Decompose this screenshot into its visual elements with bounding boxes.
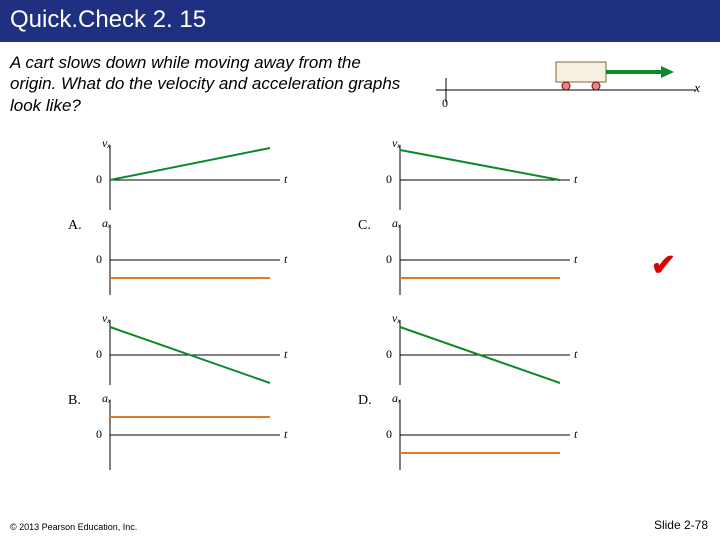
- t-label: t: [284, 427, 287, 442]
- checkmark-icon: ✔: [651, 248, 676, 283]
- option-d-graphs: [380, 315, 590, 475]
- t-label: t: [574, 252, 577, 267]
- option-a-label: A.: [68, 218, 82, 234]
- vx-label: vₓ: [102, 136, 111, 151]
- option-c-graphs: [380, 140, 590, 300]
- cart-diagram: [436, 50, 706, 110]
- t-label: t: [574, 172, 577, 187]
- zero-label: 0: [386, 347, 392, 362]
- zero-label: 0: [96, 172, 102, 187]
- ax-label: aₓ: [392, 391, 401, 406]
- slide: Quick.Check 2. 15 A cart slows down whil…: [0, 0, 720, 540]
- vx-label: vₓ: [392, 311, 401, 326]
- zero-label: 0: [96, 347, 102, 362]
- x-axis-label: x: [694, 80, 700, 96]
- ax-label: aₓ: [102, 391, 111, 406]
- option-a-graphs: [90, 140, 300, 300]
- ax-label: aₓ: [102, 216, 111, 231]
- copyright: © 2013 Pearson Education, Inc.: [10, 522, 137, 532]
- t-label: t: [284, 252, 287, 267]
- vx-label: vₓ: [102, 311, 111, 326]
- option-d-label: D.: [358, 393, 372, 409]
- zero-label: 0: [386, 172, 392, 187]
- ax-label: aₓ: [392, 216, 401, 231]
- zero-label: 0: [96, 252, 102, 267]
- option-b-label: B.: [68, 393, 81, 409]
- option-d: D. vₓ 0 t aₓ 0 t: [380, 315, 610, 480]
- zero-label: 0: [386, 252, 392, 267]
- t-label: t: [574, 347, 577, 362]
- slide-title: Quick.Check 2. 15: [0, 0, 720, 42]
- option-b-graphs: [90, 315, 300, 475]
- zero-label: 0: [386, 427, 392, 442]
- options-grid: A. vₓ 0 t aₓ 0 t: [90, 140, 630, 480]
- option-c-label: C.: [358, 218, 371, 234]
- option-c: C. vₓ 0 t aₓ 0 t: [380, 140, 610, 305]
- slide-number: Slide 2-78: [654, 518, 708, 532]
- question-text: A cart slows down while moving away from…: [10, 52, 410, 116]
- t-label: t: [284, 347, 287, 362]
- t-label: t: [284, 172, 287, 187]
- option-b: B. vₓ 0 t aₓ 0 t: [90, 315, 320, 480]
- vx-label: vₓ: [392, 136, 401, 151]
- origin-label: 0: [442, 96, 448, 111]
- t-label: t: [574, 427, 577, 442]
- option-a: A. vₓ 0 t aₓ 0 t: [90, 140, 320, 305]
- zero-label: 0: [96, 427, 102, 442]
